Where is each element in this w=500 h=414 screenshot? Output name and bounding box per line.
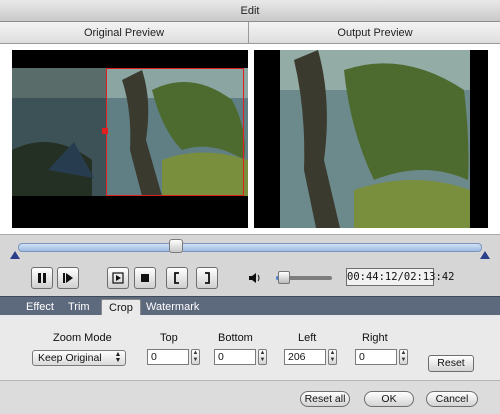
cancel-button[interactable]: Cancel	[426, 391, 478, 407]
zoom-mode-value: Keep Original	[38, 352, 102, 364]
bottom-stepper[interactable]: ▲ ▼	[258, 349, 267, 365]
end-marker-icon[interactable]	[480, 251, 490, 259]
ok-button[interactable]: OK	[364, 391, 414, 407]
left-label: Left	[298, 332, 317, 344]
volume-thumb[interactable]	[277, 271, 290, 284]
timeline	[0, 234, 500, 262]
edit-tabs: Effect Trim Crop Watermark	[0, 296, 500, 316]
output-preview	[254, 50, 488, 228]
next-frame-icon	[112, 272, 124, 284]
stop-icon	[141, 274, 149, 282]
next-frame-button[interactable]	[107, 267, 129, 289]
zoom-mode-label: Zoom Mode	[53, 332, 112, 344]
original-preview-label: Original Preview	[0, 22, 249, 44]
set-end-button[interactable]	[196, 267, 218, 289]
tab-crop[interactable]: Crop	[101, 299, 141, 316]
time-display: 00:44:12/02:13:42	[346, 268, 454, 286]
preview-headers: Original Preview Output Preview	[0, 22, 500, 44]
left-stepper[interactable]: ▲ ▼	[328, 349, 337, 365]
zoom-mode-select[interactable]: Keep Original ▲ ▼	[32, 350, 126, 366]
set-start-button[interactable]	[166, 267, 188, 289]
right-field[interactable]: 0	[355, 349, 397, 365]
playback-controls: 00:44:12/02:13:42	[0, 262, 500, 296]
bracket-right-icon	[205, 272, 210, 284]
window-title: Edit	[0, 0, 500, 22]
crop-handle[interactable]	[102, 128, 108, 134]
top-label: Top	[160, 332, 178, 344]
crop-panel: Zoom Mode Keep Original ▲ ▼ Top 0 ▲ ▼ Bott…	[0, 315, 500, 381]
updown-arrows-icon: ▲ ▼	[114, 351, 122, 364]
speaker-icon[interactable]	[248, 271, 262, 285]
reset-button[interactable]: Reset	[428, 355, 474, 372]
preview-area	[0, 44, 500, 234]
pause-icon	[38, 273, 46, 283]
progress-track[interactable]	[18, 243, 482, 252]
reset-all-button[interactable]: Reset all	[300, 391, 350, 407]
right-label: Right	[362, 332, 388, 344]
tab-effect[interactable]: Effect	[19, 299, 61, 316]
dialog-footer: Reset all OK Cancel	[0, 382, 500, 414]
play-step-icon	[63, 273, 73, 283]
output-preview-label: Output Preview	[337, 27, 413, 39]
right-stepper[interactable]: ▲ ▼	[399, 349, 408, 365]
tab-trim[interactable]: Trim	[61, 299, 97, 316]
start-marker-icon[interactable]	[10, 251, 20, 259]
left-field[interactable]: 206	[284, 349, 326, 365]
bottom-label: Bottom	[218, 332, 253, 344]
play-button[interactable]	[57, 267, 79, 289]
crop-rectangle[interactable]	[106, 68, 244, 196]
top-field[interactable]: 0	[147, 349, 189, 365]
bottom-field[interactable]: 0	[214, 349, 256, 365]
output-video-frame	[254, 50, 488, 228]
progress-thumb[interactable]	[168, 239, 183, 253]
pause-button[interactable]	[31, 267, 53, 289]
stop-button[interactable]	[134, 267, 156, 289]
top-stepper[interactable]: ▲ ▼	[191, 349, 200, 365]
tab-watermark[interactable]: Watermark	[139, 299, 206, 316]
original-preview	[12, 50, 248, 228]
bracket-left-icon	[174, 272, 179, 284]
